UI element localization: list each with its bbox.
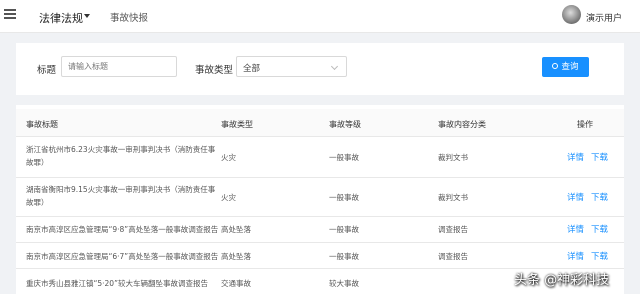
- type-label: 事故类型: [195, 65, 234, 76]
- row-category: 调查报告: [438, 225, 468, 234]
- detail-link[interactable]: 详情: [567, 223, 584, 235]
- row-level: 一般事故: [329, 252, 359, 261]
- download-link[interactable]: 下载: [591, 223, 608, 235]
- row-type: 交通事故: [221, 279, 251, 288]
- row-type: 火灾: [221, 153, 236, 162]
- top-bar: [0, 0, 640, 33]
- column-header: 操作: [577, 120, 593, 129]
- detail-link[interactable]: 详情: [567, 151, 584, 163]
- column-header: 事故等级: [329, 120, 361, 129]
- watermark: 头条 @神彩科技: [514, 273, 610, 288]
- row-title: 南京市高淳区应急管理局“9·8”高处坠落一般事故调查报告: [26, 225, 219, 234]
- column-header: 事故标题: [26, 120, 58, 129]
- module-selector[interactable]: 法律法规: [39, 10, 83, 26]
- title-search-input[interactable]: [61, 56, 177, 77]
- caret-down-icon[interactable]: [84, 14, 90, 18]
- row-type: 火灾: [221, 193, 236, 202]
- row-level: 较大事故: [329, 279, 359, 288]
- avatar[interactable]: [562, 5, 581, 24]
- search-button[interactable]: 查询: [542, 57, 589, 77]
- row-title: 重庆市秀山县雅江镇“5·20”较大车辆翻坠事故调查报告: [26, 279, 208, 288]
- download-link[interactable]: 下载: [591, 250, 608, 262]
- row-level: 一般事故: [329, 225, 359, 234]
- row-category: 裁判文书: [438, 193, 468, 202]
- column-header: 事故类型: [221, 120, 253, 129]
- row-title: 湖南省衡阳市9.15火灾事故一审刑事判决书（消防责任事故罪）: [26, 185, 216, 207]
- detail-link[interactable]: 详情: [567, 191, 584, 203]
- row-title: 浙江省杭州市6.23火灾事故一审刑事判决书（消防责任事故罪）: [26, 145, 216, 167]
- row-type: 高处坠落: [221, 225, 251, 234]
- menu-toggle-icon[interactable]: [4, 9, 16, 21]
- download-link[interactable]: 下载: [591, 191, 608, 203]
- row-category: 调查报告: [438, 252, 468, 261]
- row-type: 高处坠落: [221, 252, 251, 261]
- row-category: 裁判文书: [438, 153, 468, 162]
- row-level: 一般事故: [329, 153, 359, 162]
- table-header: [16, 109, 624, 137]
- detail-link[interactable]: 详情: [567, 250, 584, 262]
- download-link[interactable]: 下载: [591, 151, 608, 163]
- title-label: 标题: [37, 65, 57, 76]
- column-header: 事故内容分类: [438, 120, 486, 129]
- search-icon: [552, 63, 559, 69]
- user-name[interactable]: 演示用户: [586, 11, 622, 24]
- search-button-label: 查询: [561, 62, 579, 72]
- row-level: 一般事故: [329, 193, 359, 202]
- row-title: 南京市高淳区应急管理局“6·7”高处坠落一般事故调查报告: [26, 252, 219, 261]
- nav-accident-bulletin[interactable]: 事故快报: [110, 10, 148, 24]
